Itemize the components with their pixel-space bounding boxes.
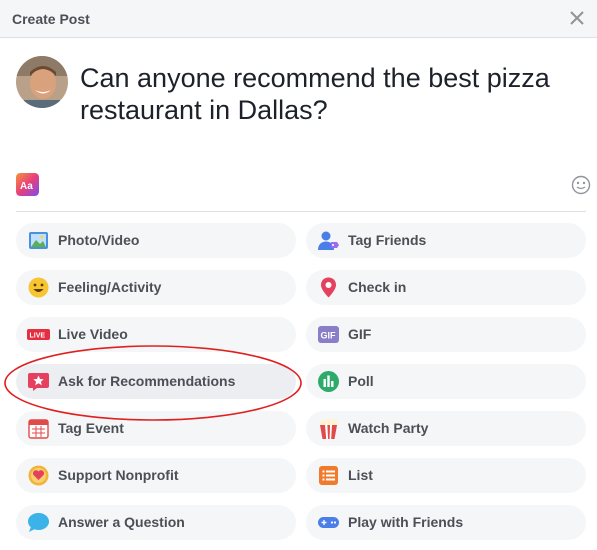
option-label: Live Video bbox=[58, 326, 128, 342]
option-label: Play with Friends bbox=[348, 514, 464, 530]
check-in-button[interactable]: Check in bbox=[306, 270, 586, 305]
option-label: Feeling/Activity bbox=[58, 279, 162, 295]
option-label: Poll bbox=[348, 373, 374, 389]
svg-text:LIVE: LIVE bbox=[30, 333, 46, 340]
option-label: Check in bbox=[348, 279, 407, 295]
heart-medal-icon bbox=[28, 465, 49, 486]
live-video-icon: LIVE bbox=[27, 329, 50, 340]
support-nonprofit-button[interactable]: Support Nonprofit bbox=[16, 458, 296, 493]
photo-video-icon bbox=[29, 232, 48, 249]
option-label: GIF bbox=[348, 326, 372, 342]
play-with-friends-button[interactable]: Play with Friends bbox=[306, 505, 586, 540]
dialog-header: Create Post bbox=[0, 0, 597, 38]
watch-party-button[interactable]: Watch Party bbox=[306, 411, 586, 446]
poll-icon bbox=[318, 371, 339, 392]
location-pin-icon bbox=[321, 277, 336, 298]
close-icon[interactable] bbox=[567, 8, 587, 28]
option-label: List bbox=[348, 467, 373, 483]
list-button[interactable]: List bbox=[306, 458, 586, 493]
highlight-annotation bbox=[4, 345, 302, 421]
option-label: Support Nonprofit bbox=[58, 467, 179, 483]
speech-bubble-icon bbox=[28, 513, 49, 532]
feeling-activity-button[interactable]: Feeling/Activity bbox=[16, 270, 296, 305]
game-controller-icon bbox=[318, 517, 339, 528]
tag-friends-button[interactable]: Tag Friends bbox=[306, 223, 586, 258]
answer-a-question-button[interactable]: Answer a Question bbox=[16, 505, 296, 540]
svg-text:Aa: Aa bbox=[20, 181, 33, 192]
option-label: Tag Event bbox=[58, 420, 124, 436]
gif-icon: GIF bbox=[318, 326, 339, 343]
option-label: Answer a Question bbox=[58, 514, 185, 530]
emoji-icon[interactable] bbox=[571, 175, 591, 195]
gif-button[interactable]: GIF GIF bbox=[306, 317, 586, 352]
list-icon bbox=[319, 466, 338, 485]
avatar bbox=[16, 56, 68, 108]
feeling-smiley-icon bbox=[28, 277, 49, 298]
popcorn-icon bbox=[319, 418, 338, 439]
aa-background-icon[interactable]: Aa bbox=[16, 173, 39, 196]
post-text[interactable]: Can anyone recommend the best pizza rest… bbox=[80, 62, 580, 126]
divider bbox=[16, 211, 586, 212]
option-label: Watch Party bbox=[348, 420, 429, 436]
svg-text:GIF: GIF bbox=[321, 331, 337, 341]
poll-button[interactable]: Poll bbox=[306, 364, 586, 399]
tag-friends-icon bbox=[318, 231, 339, 250]
option-label: Photo/Video bbox=[58, 232, 140, 248]
option-label: Tag Friends bbox=[348, 232, 427, 248]
dialog-title: Create Post bbox=[12, 11, 90, 27]
photo-video-button[interactable]: Photo/Video bbox=[16, 223, 296, 258]
